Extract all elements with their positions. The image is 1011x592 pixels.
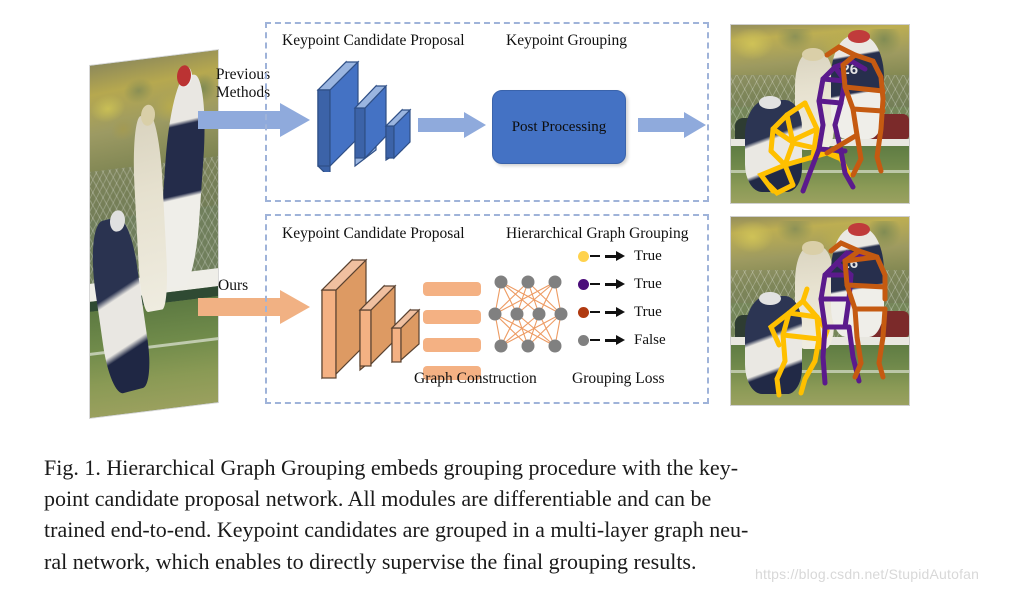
figure-diagram: Previous Methods Ours Keypoint Candidate… xyxy=(0,0,1011,440)
arrow-to-output-top xyxy=(638,112,706,138)
gnn-nodes xyxy=(488,275,568,353)
legend-dot-orange-icon xyxy=(578,306,589,318)
legend-dash xyxy=(590,282,600,286)
legend-label: True xyxy=(634,303,662,320)
heading-keypoint-candidate-proposal-bottom: Keypoint Candidate Proposal xyxy=(282,225,465,242)
post-processing-box: Post Processing xyxy=(492,90,626,164)
grouping-legend: True True True False xyxy=(578,242,700,354)
previous-line2: Methods xyxy=(215,83,271,101)
watermark: https://blog.csdn.net/StupidAutofan xyxy=(755,566,980,582)
feature-bar xyxy=(423,310,481,324)
previous-line1: Previous xyxy=(215,66,271,83)
legend-dash xyxy=(590,254,600,258)
arrow-head xyxy=(464,112,486,138)
legend-dash xyxy=(590,310,600,314)
legend-row: True xyxy=(578,298,700,326)
caption-grouping-loss: Grouping Loss xyxy=(572,370,665,387)
arrow-head xyxy=(684,112,706,138)
legend-arrow-icon xyxy=(605,279,627,289)
heading-keypoint-grouping: Keypoint Grouping xyxy=(506,32,627,49)
legend-arrow-icon xyxy=(605,307,627,317)
output-image-previous-methods: 26 xyxy=(730,24,910,204)
feature-bar xyxy=(423,282,481,296)
cnn-stack-orange-svg xyxy=(320,258,421,380)
legend-row: True xyxy=(578,242,700,270)
legend-arrow-icon xyxy=(605,251,627,261)
cnn-stack-blue-svg xyxy=(316,60,412,180)
cnn-stack-orange xyxy=(312,252,424,382)
caption-line-3: trained end-to-end. Keypoint candidates … xyxy=(44,517,749,543)
legend-label: True xyxy=(634,275,662,292)
legend-label: True xyxy=(634,247,662,264)
legend-dash xyxy=(590,338,600,342)
heading-hierarchical-graph-grouping: Hierarchical Graph Grouping xyxy=(506,225,689,242)
heading-keypoint-candidate-proposal-top: Keypoint Candidate Proposal xyxy=(282,32,465,49)
graph-neural-network xyxy=(487,272,569,356)
arrow-to-post-processing xyxy=(418,112,486,138)
legend-row: False xyxy=(578,326,700,354)
caption-graph-construction: Graph Construction xyxy=(414,370,537,387)
legend-dot-gray-icon xyxy=(578,334,589,346)
legend-row: True xyxy=(578,270,700,298)
caption-line-1: Fig. 1. Hierarchical Graph Grouping embe… xyxy=(44,455,739,480)
caption-line-2: point candidate proposal network. All mo… xyxy=(44,486,712,512)
legend-dot-yellow-icon xyxy=(578,250,589,262)
output-image-ours: 26 xyxy=(730,216,910,406)
figure-caption: Fig. 1. Hierarchical Graph Grouping embe… xyxy=(44,452,969,577)
cnn-stack-blue xyxy=(310,56,420,180)
feature-bars-group xyxy=(423,282,483,382)
arrow-shaft xyxy=(638,118,686,132)
feature-bar xyxy=(423,338,481,352)
skeleton-overlay-messy xyxy=(757,44,886,197)
legend-label: False xyxy=(634,331,666,348)
legend-arrow-icon xyxy=(605,335,627,345)
arrow-shaft xyxy=(418,118,466,132)
gnn-svg xyxy=(488,275,568,353)
skeleton-yellow xyxy=(767,286,830,398)
skeleton-overlay-clean xyxy=(767,240,888,398)
gnn-edges xyxy=(494,281,562,347)
legend-dot-purple-icon xyxy=(578,278,589,290)
